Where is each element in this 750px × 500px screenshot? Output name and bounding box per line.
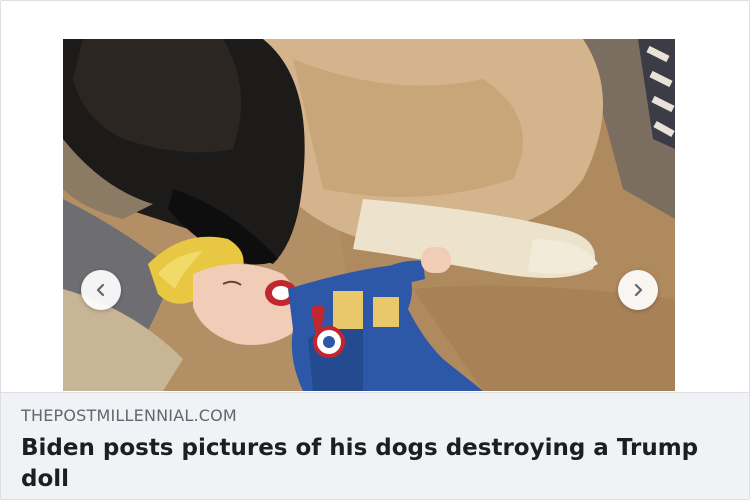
link-preview-card[interactable]: THEPOSTMILLENNIAL.COM Biden posts pictur… xyxy=(0,0,750,500)
chevron-left-icon xyxy=(94,283,108,297)
link-domain: THEPOSTMILLENNIAL.COM xyxy=(21,406,237,425)
carousel-next-button[interactable] xyxy=(618,270,658,310)
chevron-right-icon xyxy=(631,283,645,297)
image-carousel xyxy=(1,1,749,391)
carousel-prev-button[interactable] xyxy=(81,270,121,310)
link-preview-footer[interactable]: THEPOSTMILLENNIAL.COM Biden posts pictur… xyxy=(1,392,749,499)
carousel-photo[interactable] xyxy=(63,39,675,391)
link-title[interactable]: Biden posts pictures of his dogs destroy… xyxy=(21,433,733,495)
